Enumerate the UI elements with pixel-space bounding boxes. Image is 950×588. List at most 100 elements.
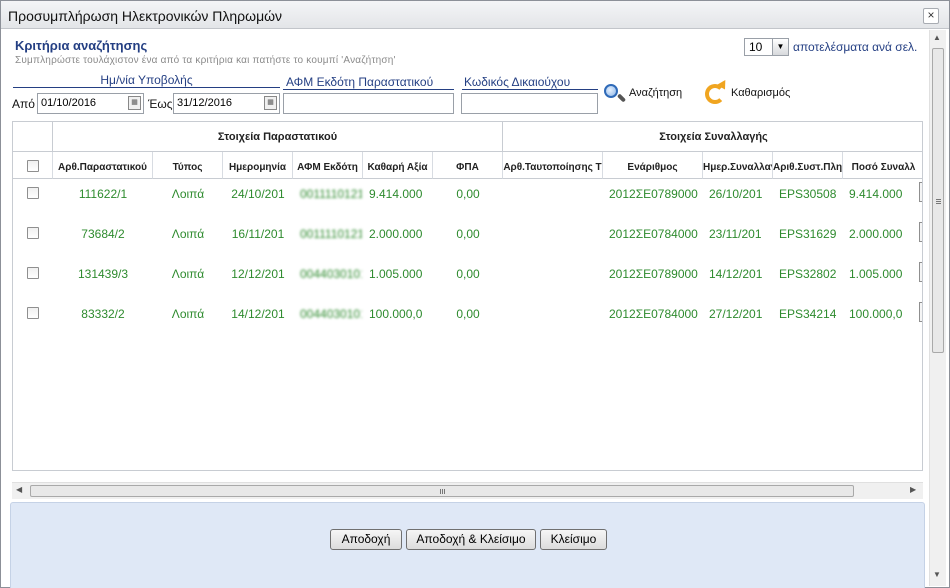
net-value: 9.414.000: [369, 187, 423, 201]
row-checkbox[interactable]: [27, 187, 39, 199]
scroll-left-icon[interactable]: ◀: [16, 485, 22, 494]
document-date: 24/10/201: [231, 187, 285, 201]
close-button[interactable]: Κλείσιμο: [540, 529, 607, 550]
transaction-date: 23/11/201: [709, 227, 762, 241]
column-header[interactable]: Ενάριθμος: [603, 152, 703, 179]
document-type: Λοιπά: [171, 267, 205, 281]
vat: 0,00: [456, 227, 480, 241]
issuer-afm-input[interactable]: [283, 93, 454, 114]
grid-group-header-blank: [13, 122, 53, 152]
dialog-title: Προσυμπλήρωση Ηλεκτρονικών Πληρωμών: [8, 8, 283, 24]
row-action-button[interactable]: [919, 182, 922, 202]
results-per-page-select[interactable]: 10 ▼: [744, 38, 789, 56]
accept-button[interactable]: Αποδοχή: [330, 529, 402, 550]
transaction-id: [503, 224, 603, 244]
row-action-button[interactable]: [919, 262, 922, 282]
column-header[interactable]: Ημερ.Συναλλαγ: [703, 152, 773, 179]
grid-horizontal-scrollbar[interactable]: ◀ ▶: [12, 482, 923, 499]
net-value: 2.000.000: [369, 227, 423, 241]
results-per-page-value: 10: [749, 40, 763, 54]
chevron-down-icon[interactable]: ▼: [772, 39, 788, 55]
grid-group-header-transaction: Στοιχεία Συναλλαγής: [503, 122, 922, 152]
column-header[interactable]: Ημερομηνία: [223, 152, 293, 179]
transaction-amount: 100.000,0: [849, 307, 903, 321]
criteria-title: Κριτήρια αναζήτησης: [15, 38, 148, 53]
criteria-hint: Συμπληρώστε τουλάχιστον ένα από τα κριτή…: [15, 55, 396, 66]
payment-system-number: EPS32802: [779, 267, 837, 281]
close-icon[interactable]: ×: [923, 8, 939, 24]
clear-button-label[interactable]: Καθαρισμός: [731, 87, 790, 99]
row-action-button[interactable]: [919, 302, 922, 322]
document-date: 14/12/201: [231, 307, 285, 321]
issuer-afm-label: ΑΦΜ Εκδότη Παραστατικού: [283, 75, 454, 90]
column-header[interactable]: Αρθ.Παραστατικού: [53, 152, 153, 179]
document-number: 131439/3: [77, 267, 129, 281]
transaction-id: [503, 304, 603, 324]
vat: 0,00: [456, 267, 480, 281]
document-number: 73684/2: [81, 227, 125, 241]
transaction-id: [503, 264, 603, 284]
column-header[interactable]: Ποσό Συναλλ: [843, 152, 922, 179]
prefill-payments-dialog: Προσυμπλήρωση Ηλεκτρονικών Πληρωμών × Κρ…: [0, 0, 950, 588]
date-to-input[interactable]: 31/12/2016 ▦: [173, 93, 280, 114]
beneficiary-code-input[interactable]: [461, 93, 598, 114]
transaction-date: 14/12/201: [709, 267, 763, 281]
payment-system-number: EPS30508: [779, 187, 837, 201]
document-type: Λοιπά: [171, 227, 205, 241]
column-header[interactable]: ΑΦΜ Εκδότη: [293, 152, 363, 179]
enarithmos: 2012ΣΕ0789000: [609, 187, 698, 201]
transaction-id: [503, 184, 603, 204]
search-button-label[interactable]: Αναζήτηση: [629, 87, 682, 99]
document-type: Λοιπά: [171, 307, 205, 321]
payment-system-number: EPS34214: [779, 307, 837, 321]
enarithmos: 2012ΣΕ0784000: [609, 227, 698, 241]
row-checkbox[interactable]: [27, 267, 39, 279]
search-icon[interactable]: [602, 82, 627, 106]
scroll-up-icon[interactable]: ▲: [933, 33, 941, 42]
results-grid: Στοιχεία Παραστατικού Στοιχεία Συναλλαγή…: [12, 121, 923, 471]
select-all-checkbox[interactable]: [27, 160, 39, 172]
scroll-thumb[interactable]: [932, 48, 944, 353]
date-from-label: Από: [12, 97, 35, 111]
net-value: 1.005.000: [369, 267, 423, 281]
row-action-button[interactable]: [919, 222, 922, 242]
scroll-thumb[interactable]: [30, 485, 854, 497]
issuer-afm: 0011110121: [300, 187, 362, 201]
clear-icon[interactable]: [704, 80, 730, 105]
beneficiary-code-label: Κωδικός Δικαιούχου: [462, 75, 598, 90]
vat: 0,00: [456, 187, 480, 201]
column-header[interactable]: ΦΠΑ: [433, 152, 503, 179]
document-date: 12/12/201: [231, 267, 285, 281]
column-header[interactable]: Τύπος: [153, 152, 223, 179]
results-per-page-label: αποτελέσματα ανά σελ.: [793, 40, 918, 54]
date-to-value: 31/12/2016: [177, 97, 233, 109]
issuer-afm: 0011110121: [300, 227, 362, 241]
net-value: 100.000,0: [369, 307, 423, 321]
document-number: 83332/2: [81, 307, 125, 321]
scroll-right-icon[interactable]: ▶: [910, 485, 916, 494]
date-from-input[interactable]: 01/10/2016 ▦: [37, 93, 144, 114]
document-date: 16/11/201: [231, 227, 285, 241]
date-to-label: Έως: [148, 97, 173, 111]
row-checkbox[interactable]: [27, 227, 39, 239]
transaction-amount: 1.005.000: [849, 267, 903, 281]
column-header[interactable]: Αριθ.Συστ.Πλη: [773, 152, 843, 179]
transaction-date: 26/10/201: [709, 187, 763, 201]
dialog-vertical-scrollbar[interactable]: ▲ ▼: [929, 30, 946, 586]
document-type: Λοιπά: [171, 187, 205, 201]
calendar-icon[interactable]: ▦: [264, 96, 277, 110]
submission-date-group-label: Ημ/νία Υποβολής: [13, 73, 280, 88]
document-number: 111622/1: [78, 187, 128, 201]
column-header[interactable]: Αρθ.Ταυτοποίησης Τ: [503, 152, 603, 179]
scroll-down-icon[interactable]: ▼: [933, 570, 941, 579]
enarithmos: 2012ΣΕ0789000: [609, 267, 698, 281]
row-checkbox[interactable]: [27, 307, 39, 319]
transaction-amount: 2.000.000: [849, 227, 903, 241]
dialog-content: Κριτήρια αναζήτησης Συμπληρώστε τουλάχισ…: [2, 30, 928, 588]
dialog-titlebar: Προσυμπλήρωση Ηλεκτρονικών Πληρωμών ×: [1, 1, 949, 29]
transaction-amount: 9.414.000: [849, 187, 903, 201]
column-header[interactable]: Καθαρή Αξία: [363, 152, 433, 179]
button-bar: Αποδοχή Αποδοχή & Κλείσιμο Κλείσιμο: [10, 502, 925, 588]
accept-and-close-button[interactable]: Αποδοχή & Κλείσιμο: [406, 529, 536, 550]
calendar-icon[interactable]: ▦: [128, 96, 141, 110]
